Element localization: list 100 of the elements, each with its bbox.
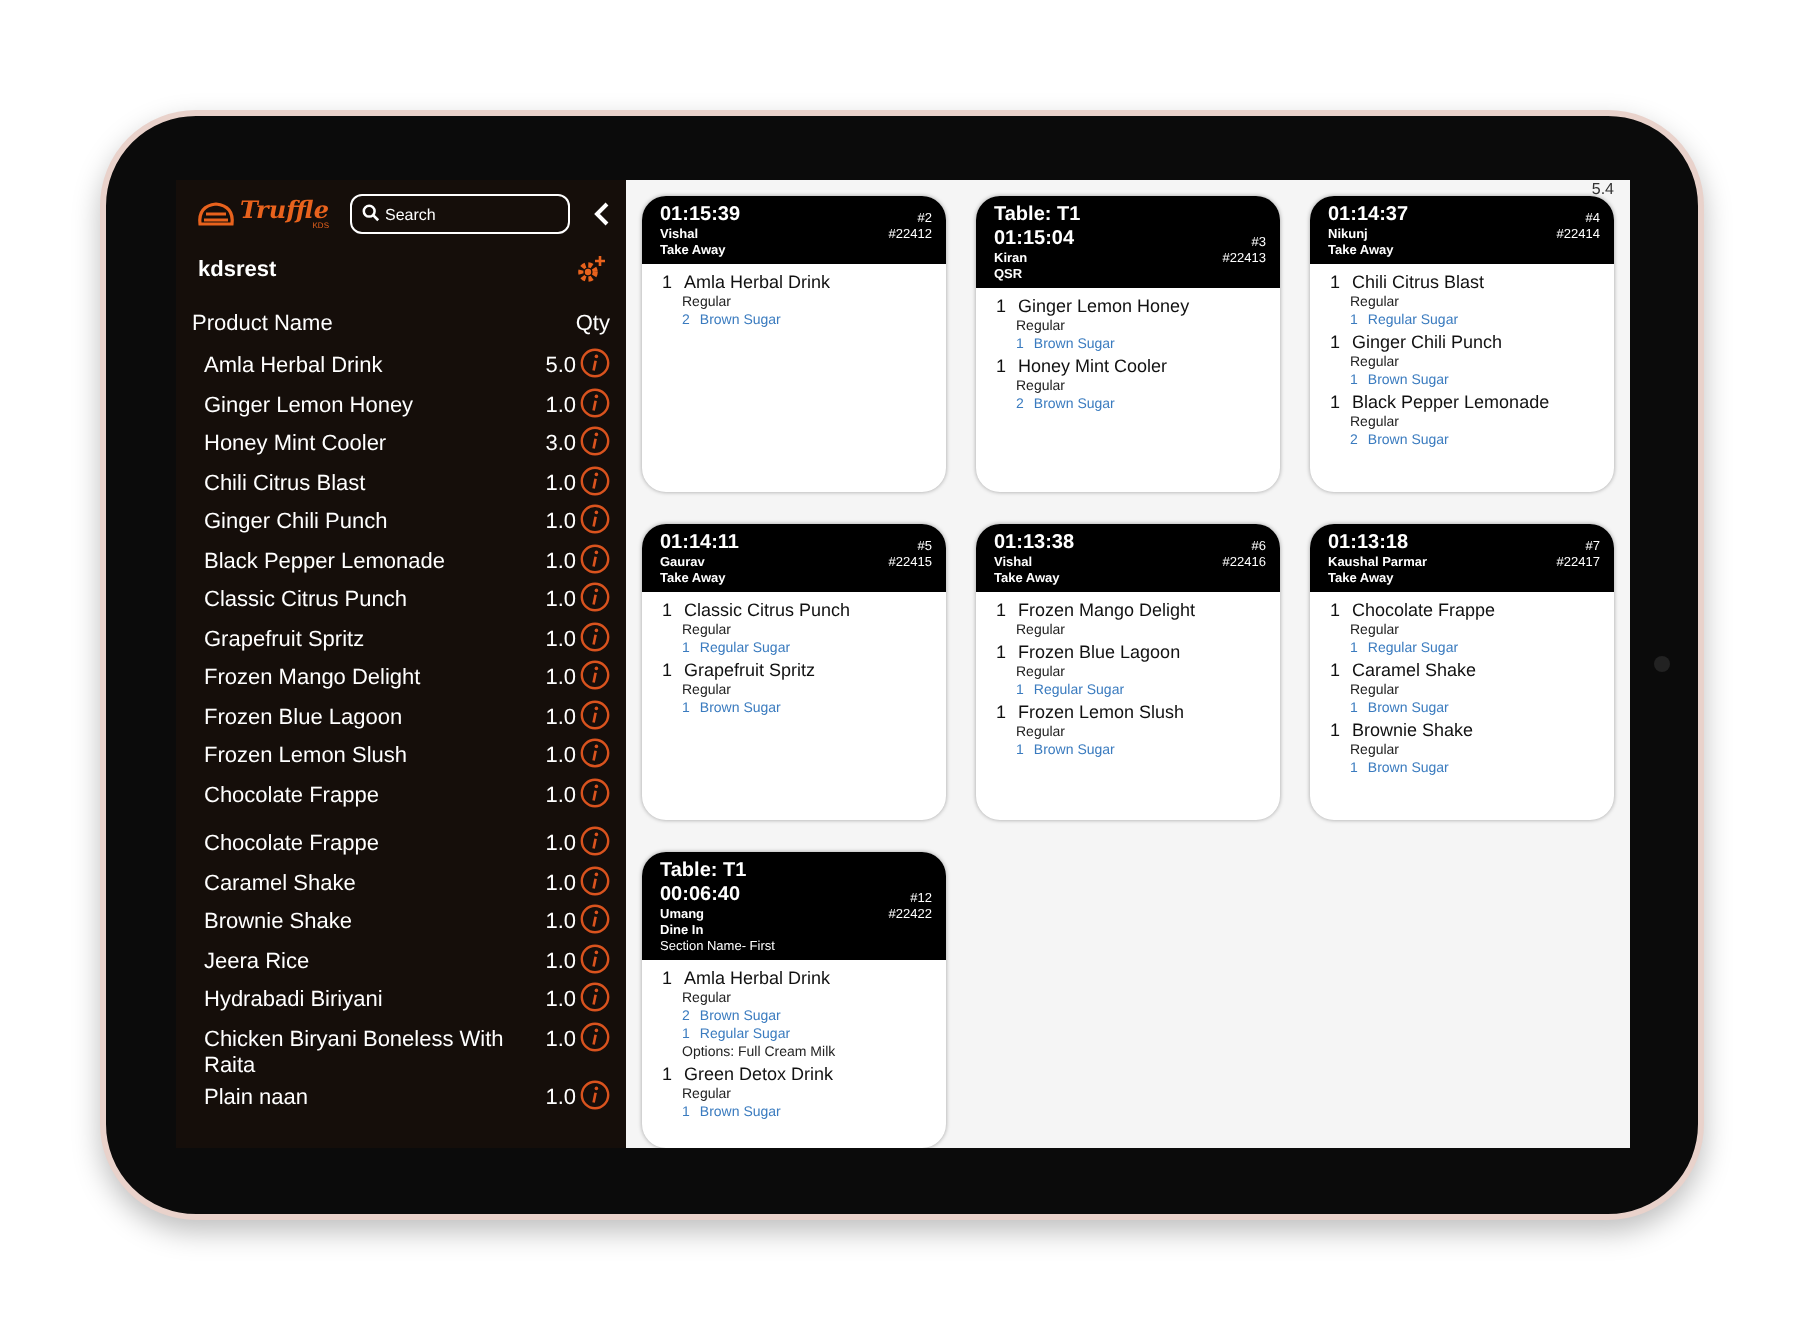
item-name: Ginger Chili Punch xyxy=(1352,332,1503,352)
search-icon xyxy=(361,203,379,222)
version-label: 5.4 xyxy=(1591,180,1614,198)
item-name: Brownie Shake xyxy=(1352,720,1474,740)
info-icon[interactable] xyxy=(580,387,610,417)
product-name: Ginger Chili Punch xyxy=(204,508,390,536)
table-label: Table: T1 xyxy=(994,204,1083,226)
product-qty: 3.0 xyxy=(545,430,576,456)
order-timer: 01:15:39 xyxy=(660,204,741,226)
product-qty: 1.0 xyxy=(545,1025,576,1051)
info-icon[interactable] xyxy=(580,621,610,651)
item-qty: 1 xyxy=(1330,720,1341,740)
product-name: Frozen Lemon Slush xyxy=(204,742,409,770)
product-name: Chocolate Frappe xyxy=(204,781,381,809)
item-name: Black Pepper Lemonade xyxy=(1352,392,1550,412)
item-qty: 1 xyxy=(662,968,673,988)
info-icon[interactable] xyxy=(580,465,610,495)
item-name: Honey Mint Cooler xyxy=(1018,356,1168,376)
product-name: Grapefruit Spritz xyxy=(204,625,367,653)
info-icon[interactable] xyxy=(580,543,610,573)
product-qty: 1.0 xyxy=(545,781,576,807)
product-name: Honey Mint Cooler xyxy=(204,430,389,458)
info-icon[interactable] xyxy=(580,426,610,456)
info-icon[interactable] xyxy=(580,777,610,807)
product-name: Chili Citrus Blast xyxy=(204,469,368,497)
info-icon[interactable] xyxy=(580,1079,610,1109)
info-icon[interactable] xyxy=(580,660,610,690)
item-name: Frozen Blue Lagoon xyxy=(1018,642,1181,662)
item-qty: 1 xyxy=(1330,600,1341,620)
product-name: Amla Herbal Drink xyxy=(204,352,385,380)
camera-icon xyxy=(1654,656,1670,672)
item-name: Chocolate Frappe xyxy=(1352,600,1496,620)
item-name: Green Detox Drink xyxy=(684,1064,834,1084)
item-qty: 1 xyxy=(996,702,1007,722)
info-icon[interactable] xyxy=(580,943,610,973)
column-header: Qty xyxy=(575,312,610,336)
item-qty: 1 xyxy=(662,660,673,680)
item-name: Chili Citrus Blast xyxy=(1352,272,1485,292)
logo-icon xyxy=(196,200,236,228)
product-qty: 1.0 xyxy=(545,908,576,934)
product-qty: 1.0 xyxy=(545,625,576,651)
item-name: Grapefruit Spritz xyxy=(684,660,816,680)
item-qty: 1 xyxy=(662,272,673,292)
logo-text: Truffle xyxy=(240,198,329,222)
product-qty: 1.0 xyxy=(545,869,576,895)
info-icon[interactable] xyxy=(580,738,610,768)
order-timer: 01:13:38 xyxy=(994,532,1075,554)
order-timer: 01:14:37 xyxy=(1328,204,1409,226)
product-name: Plain naan xyxy=(204,1083,310,1111)
table-label: Table: T1 xyxy=(660,860,749,882)
product-qty: 1.0 xyxy=(545,469,576,495)
item-name: Classic Citrus Punch xyxy=(684,600,851,620)
info-icon[interactable] xyxy=(580,904,610,934)
product-name: Frozen Mango Delight xyxy=(204,664,423,692)
order-timer: 01:13:18 xyxy=(1328,532,1409,554)
product-name: Chicken Biryani Boneless With Raita xyxy=(204,1025,506,1079)
item-qty: 1 xyxy=(662,600,673,620)
product-qty: 1.0 xyxy=(545,664,576,690)
item-qty: 1 xyxy=(996,356,1007,376)
order-timer: 00:06:40 xyxy=(660,884,741,906)
info-icon[interactable] xyxy=(580,1021,610,1051)
product-name: Jeera Rice xyxy=(204,947,312,975)
item-qty: 1 xyxy=(996,600,1007,620)
product-qty: 1.0 xyxy=(545,986,576,1012)
info-icon[interactable] xyxy=(580,982,610,1012)
product-name: Ginger Lemon Honey xyxy=(204,391,416,419)
back-icon[interactable] xyxy=(593,202,609,226)
item-name: Caramel Shake xyxy=(1352,660,1477,680)
info-icon[interactable] xyxy=(580,582,610,612)
store-name: kdsrest xyxy=(198,258,277,282)
item-qty: 1 xyxy=(996,642,1007,662)
item-name: Frozen Lemon Slush xyxy=(1018,702,1185,722)
product-qty: 1.0 xyxy=(545,742,576,768)
order-timer: 01:15:04 xyxy=(994,228,1075,250)
item-name: Ginger Lemon Honey xyxy=(1018,296,1190,316)
item-name: Frozen Mango Delight xyxy=(1018,600,1196,620)
info-icon[interactable] xyxy=(580,348,610,378)
product-qty: 1.0 xyxy=(545,586,576,612)
product-qty: 1.0 xyxy=(545,703,576,729)
item-qty: 1 xyxy=(1330,272,1341,292)
info-icon[interactable] xyxy=(580,504,610,534)
item-qty: 1 xyxy=(1330,660,1341,680)
product-name: Brownie Shake xyxy=(204,908,354,936)
column-header: Product Name xyxy=(192,312,333,336)
product-name: Caramel Shake xyxy=(204,869,358,897)
info-icon[interactable] xyxy=(580,826,610,856)
info-icon[interactable] xyxy=(580,865,610,895)
product-name: Classic Citrus Punch xyxy=(204,586,409,614)
item-qty: 1 xyxy=(996,296,1007,316)
product-name: Frozen Blue Lagoon xyxy=(204,703,405,731)
settings-icon[interactable] xyxy=(576,256,606,284)
product-qty: 1.0 xyxy=(545,830,576,856)
product-qty: 1.0 xyxy=(545,391,576,417)
item-qty: 1 xyxy=(662,1064,673,1084)
search-field[interactable]: Search xyxy=(349,194,569,235)
item-qty: 1 xyxy=(1330,392,1341,412)
item-qty: 1 xyxy=(1330,332,1341,352)
product-qty: 1.0 xyxy=(545,547,576,573)
info-icon[interactable] xyxy=(580,699,610,729)
item-name: Amla Herbal Drink xyxy=(684,968,831,988)
